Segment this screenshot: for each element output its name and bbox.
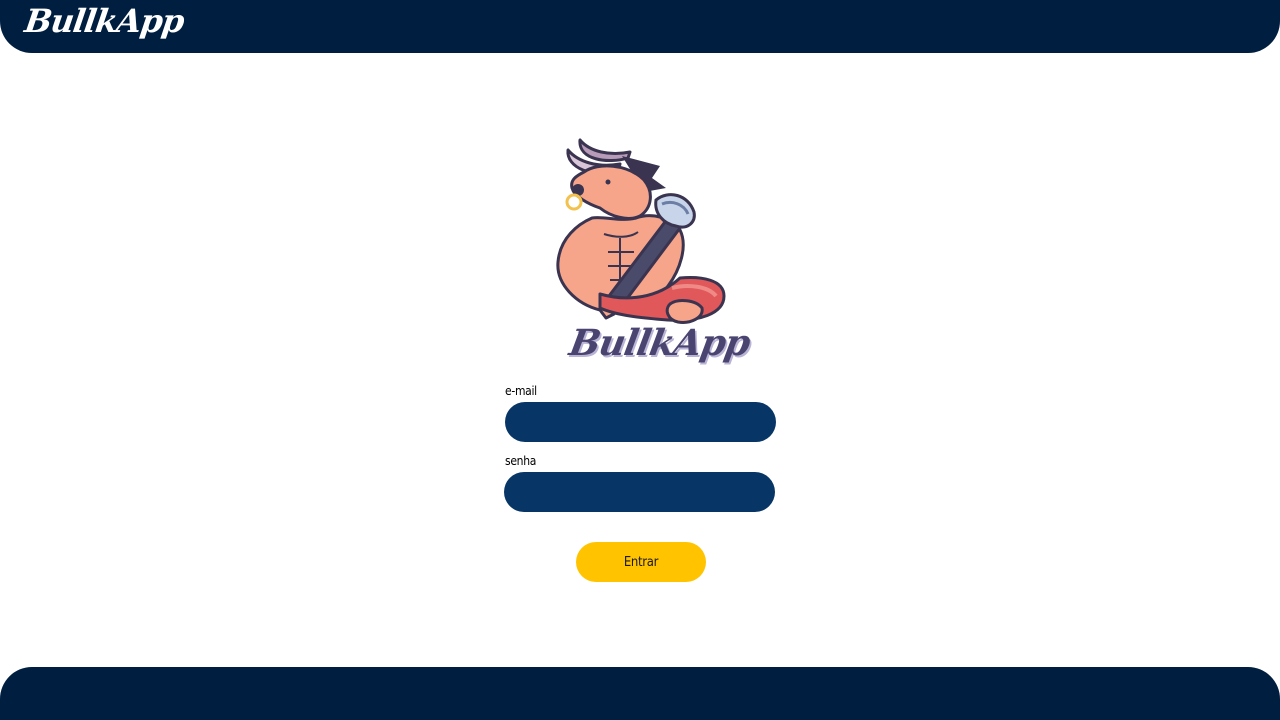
email-input[interactable] xyxy=(505,402,776,442)
password-input[interactable] xyxy=(504,472,775,512)
email-label: e-mail xyxy=(505,384,537,398)
bullkapp-logo-text: BullkApp xyxy=(566,322,753,364)
header-brand-logo[interactable]: BullkApp xyxy=(22,2,186,40)
footer-bar xyxy=(0,667,1280,720)
password-label: senha xyxy=(505,454,537,468)
bull-mascot-image xyxy=(556,138,726,324)
login-submit-button[interactable]: Entrar xyxy=(576,542,706,582)
top-bar: BullkApp xyxy=(0,0,1280,53)
